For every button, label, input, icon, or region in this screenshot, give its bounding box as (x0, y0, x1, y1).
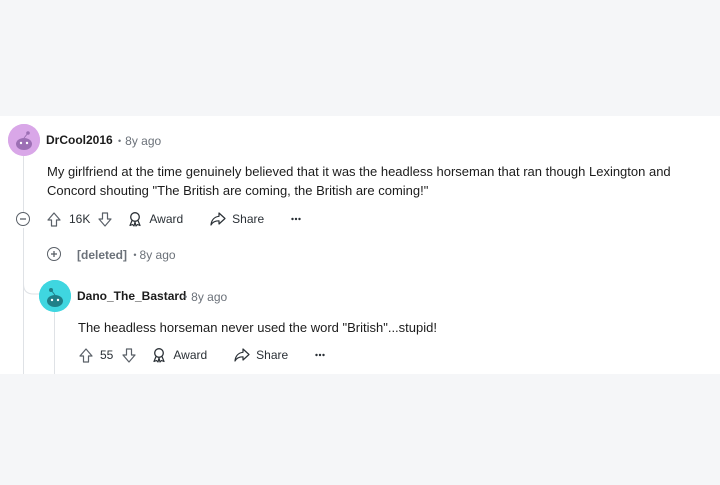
award-label: Award (149, 212, 184, 226)
vote-count: 55 (100, 348, 114, 362)
ellipsis-icon[interactable] (314, 353, 326, 357)
arrow-down-icon[interactable] (97, 211, 113, 227)
arrow-up-icon[interactable] (46, 211, 62, 227)
award-icon (153, 348, 165, 363)
thread-line-main (23, 156, 24, 212)
comment-author[interactable]: Dano_The_Bastard (77, 289, 186, 303)
plus-circle-icon (51, 251, 57, 257)
comment-actions: 16K Award Share (46, 208, 302, 230)
vote-count: 16K (69, 212, 91, 226)
comment-author[interactable]: DrCool2016 (46, 133, 113, 147)
comment-actions: 55 Award Share (78, 344, 326, 366)
deleted-author: [deleted] (77, 248, 128, 262)
collapse-button[interactable] (16, 212, 30, 226)
share-icon (234, 348, 250, 362)
thread-line-main-lower (23, 228, 24, 374)
snoo-icon (39, 280, 71, 312)
award-icon (129, 212, 141, 227)
comment-body: My girlfriend at the time genuinely beli… (47, 164, 671, 198)
deleted-comment[interactable]: [deleted] • 8y ago (77, 248, 176, 262)
award-button[interactable]: Award (127, 211, 183, 227)
share-label: Share (232, 212, 265, 226)
timestamp-text: 8y ago (191, 290, 228, 304)
share-button[interactable]: Share (210, 212, 264, 226)
comment-body: The headless horseman never used the wor… (78, 320, 437, 335)
arrow-up-icon[interactable] (78, 347, 94, 363)
snoo-icon (8, 124, 40, 156)
avatar[interactable] (8, 124, 40, 156)
award-button[interactable]: Award (151, 347, 207, 363)
avatar[interactable] (39, 280, 71, 312)
minus-circle-icon (20, 218, 26, 220)
deleted-timestamp: 8y ago (139, 248, 176, 262)
share-button[interactable]: Share (234, 348, 288, 362)
expand-button[interactable] (47, 247, 61, 261)
share-label: Share (256, 348, 289, 362)
timestamp-text: 8y ago (125, 134, 162, 148)
comment-timestamp: • 8y ago (184, 290, 228, 304)
award-label: Award (173, 348, 208, 362)
arrow-down-icon[interactable] (121, 347, 137, 363)
thread-line-reply (54, 312, 55, 374)
ellipsis-icon[interactable] (290, 217, 302, 221)
comment-timestamp: • 8y ago (118, 134, 162, 148)
share-icon (210, 212, 226, 226)
